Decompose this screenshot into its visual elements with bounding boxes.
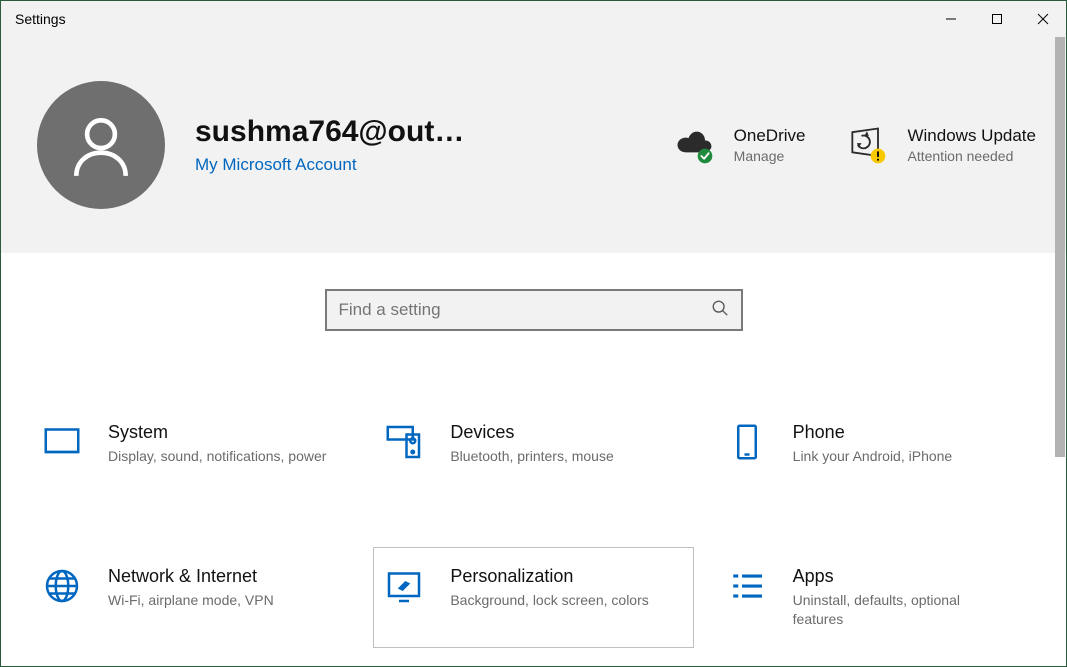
search-box[interactable] — [325, 289, 743, 331]
devices-icon — [384, 422, 428, 466]
titlebar: Settings — [1, 1, 1066, 37]
windows-update-card[interactable]: Windows Update Attention needed — [845, 123, 1036, 167]
personalization-title: Personalization — [450, 566, 648, 587]
content-area: System Display, sound, notifications, po… — [1, 253, 1066, 648]
apps-subtitle: Uninstall, defaults, optional features — [793, 591, 1013, 629]
avatar[interactable] — [37, 81, 165, 209]
phone-subtitle: Link your Android, iPhone — [793, 447, 953, 466]
minimize-button[interactable] — [928, 1, 974, 37]
account-email: sushma764@out… — [195, 115, 505, 149]
apps-icon — [727, 566, 771, 610]
devices-title: Devices — [450, 422, 613, 443]
personalization-icon — [384, 566, 428, 610]
window-title: Settings — [15, 11, 66, 27]
tile-personalization[interactable]: Personalization Background, lock screen,… — [373, 547, 693, 648]
personalization-subtitle: Background, lock screen, colors — [450, 591, 648, 610]
tile-devices[interactable]: Devices Bluetooth, printers, mouse — [373, 403, 693, 485]
window-controls — [928, 1, 1066, 37]
update-icon — [845, 123, 889, 167]
maximize-button[interactable] — [974, 1, 1020, 37]
update-title: Windows Update — [907, 126, 1036, 146]
tile-phone[interactable]: Phone Link your Android, iPhone — [716, 403, 1036, 485]
system-title: System — [108, 422, 326, 443]
network-title: Network & Internet — [108, 566, 274, 587]
onedrive-icon — [672, 123, 716, 167]
onedrive-subtitle: Manage — [734, 148, 806, 164]
account-header: sushma764@out… My Microsoft Account OneD… — [1, 37, 1066, 253]
network-subtitle: Wi-Fi, airplane mode, VPN — [108, 591, 274, 610]
close-button[interactable] — [1020, 1, 1066, 37]
tile-apps[interactable]: Apps Uninstall, defaults, optional featu… — [716, 547, 1036, 648]
onedrive-title: OneDrive — [734, 126, 806, 146]
account-info: sushma764@out… My Microsoft Account — [195, 115, 505, 175]
search-icon — [711, 299, 729, 322]
scrollbar[interactable] — [1055, 37, 1065, 457]
onedrive-card[interactable]: OneDrive Manage — [672, 123, 806, 167]
phone-icon — [727, 422, 771, 466]
search-input[interactable] — [339, 300, 701, 320]
system-icon — [42, 422, 86, 466]
update-subtitle: Attention needed — [907, 148, 1036, 164]
tile-network[interactable]: Network & Internet Wi-Fi, airplane mode,… — [31, 547, 351, 648]
apps-title: Apps — [793, 566, 1013, 587]
network-icon — [42, 566, 86, 610]
phone-title: Phone — [793, 422, 953, 443]
devices-subtitle: Bluetooth, printers, mouse — [450, 447, 613, 466]
microsoft-account-link[interactable]: My Microsoft Account — [195, 155, 505, 175]
tile-system[interactable]: System Display, sound, notifications, po… — [31, 403, 351, 485]
system-subtitle: Display, sound, notifications, power — [108, 447, 326, 466]
categories-grid: System Display, sound, notifications, po… — [31, 403, 1036, 648]
